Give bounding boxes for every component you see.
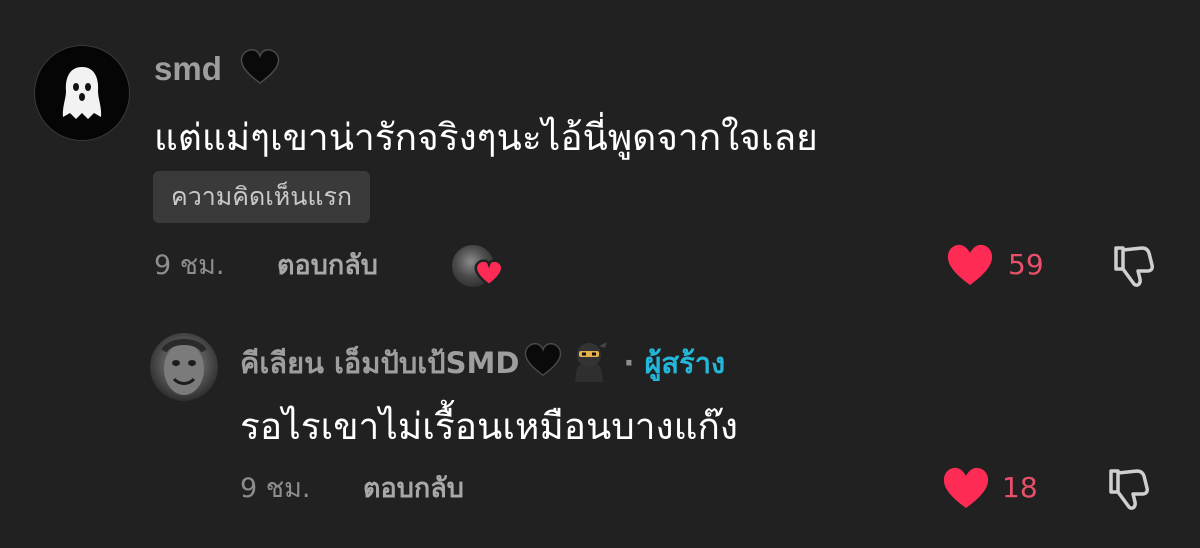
- reply-username[interactable]: คีเลียน เอ็มปับเป้SMD: [240, 346, 519, 380]
- comment-dislike-icon[interactable]: [1110, 242, 1158, 290]
- separator-dot: ·: [623, 346, 635, 380]
- reply-avatar[interactable]: [150, 333, 218, 401]
- reply-timestamp: 9 ชม.: [240, 473, 311, 504]
- ghost-avatar-icon: [62, 67, 102, 119]
- face-photo: [161, 339, 207, 395]
- reply-like-count: 18: [1002, 471, 1038, 504]
- reply-like-icon[interactable]: [942, 466, 990, 510]
- reply-dislike-icon[interactable]: [1105, 465, 1153, 513]
- black-heart-icon: [523, 342, 563, 388]
- comment-text: แต่แม่ๆเขาน่ารักจริงๆนะไอ้นี่พูดจากใจเลย: [154, 116, 818, 159]
- reply-reply-button[interactable]: ตอบกลับ: [363, 469, 464, 509]
- comment-username-row[interactable]: smd: [154, 48, 281, 95]
- comment-reply-button[interactable]: ตอบกลับ: [277, 246, 378, 286]
- comment-timestamp: 9 ชม.: [154, 250, 225, 281]
- commenter-avatar[interactable]: [34, 45, 130, 141]
- creator-tag: ผู้สร้าง: [644, 346, 726, 380]
- comment-like-icon[interactable]: [946, 243, 994, 287]
- reply-text: รอไรเขาไม่เรื้อนเหมือนบางแก๊ง: [240, 405, 738, 448]
- black-heart-icon: [239, 48, 281, 95]
- ninja-icon: [567, 338, 611, 392]
- first-comment-badge: ความคิดเห็นแรก: [153, 171, 371, 223]
- comment-username[interactable]: smd: [154, 50, 222, 87]
- reply-username-row[interactable]: คีเลียน เอ็มปับเป้SMD · ผู้สร้าง: [240, 338, 725, 392]
- mini-heart-icon: [474, 259, 504, 287]
- liked-by-creator-indicator: [450, 243, 504, 289]
- comment-like-count: 59: [1008, 248, 1044, 281]
